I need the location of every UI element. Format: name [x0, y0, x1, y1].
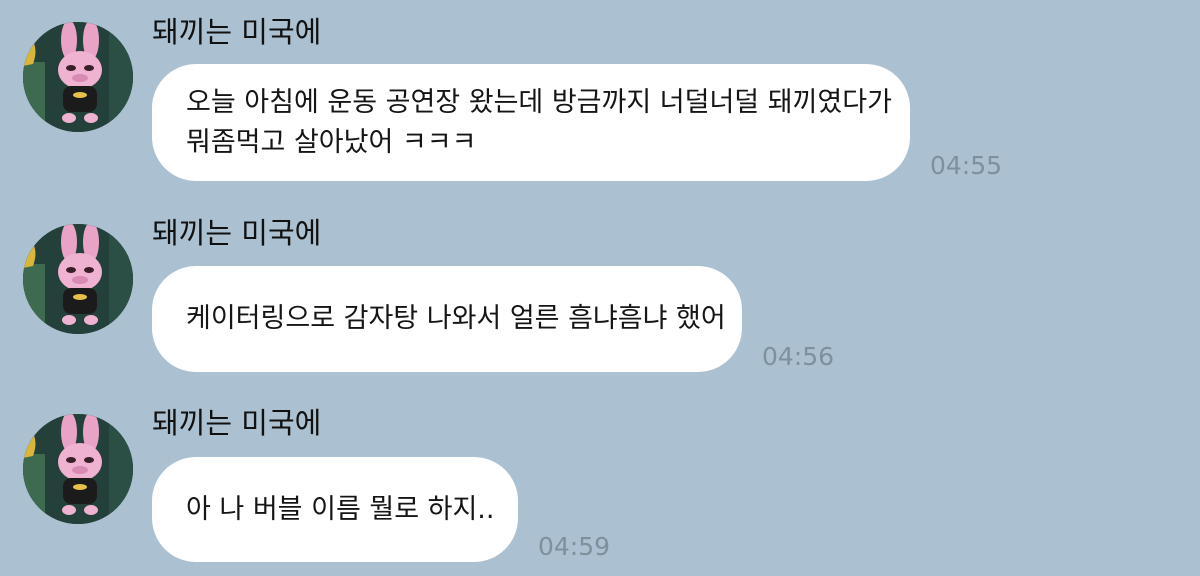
message-bubble[interactable]: 케이터링으로 감자탕 나와서 얼른 흠냐흠냐 했어 — [152, 266, 742, 372]
plush-bunny-avatar-icon[interactable] — [23, 224, 133, 334]
message-text-line: 아 나 버블 이름 뭘로 하지.. — [186, 493, 495, 525]
message-timestamp: 04:59 — [538, 532, 611, 561]
sender-name: 돼끼는 미국에 — [152, 15, 322, 49]
message-text-line: 케이터링으로 감자탕 나와서 얼른 흠냐흠냐 했어 — [186, 303, 726, 334]
message-timestamp: 04:55 — [930, 151, 1003, 180]
sender-name: 돼끼는 미국에 — [152, 216, 322, 250]
message-text-line: 뭐좀먹고 살아났어 ㅋㅋㅋ — [186, 126, 477, 158]
message-text-line: 오늘 아침에 운동 공연장 왔는데 방금까지 너덜너덜 돼끼였다가 — [186, 86, 892, 118]
sender-name: 돼끼는 미국에 — [152, 406, 322, 440]
plush-bunny-avatar-icon[interactable] — [23, 22, 133, 132]
message-timestamp: 04:56 — [762, 342, 835, 371]
plush-bunny-avatar-icon[interactable] — [23, 414, 133, 524]
message-bubble[interactable]: 오늘 아침에 운동 공연장 왔는데 방금까지 너덜너덜 돼끼였다가 뭐좀먹고 살… — [152, 64, 910, 181]
message-bubble[interactable]: 아 나 버블 이름 뭘로 하지.. — [152, 457, 518, 562]
